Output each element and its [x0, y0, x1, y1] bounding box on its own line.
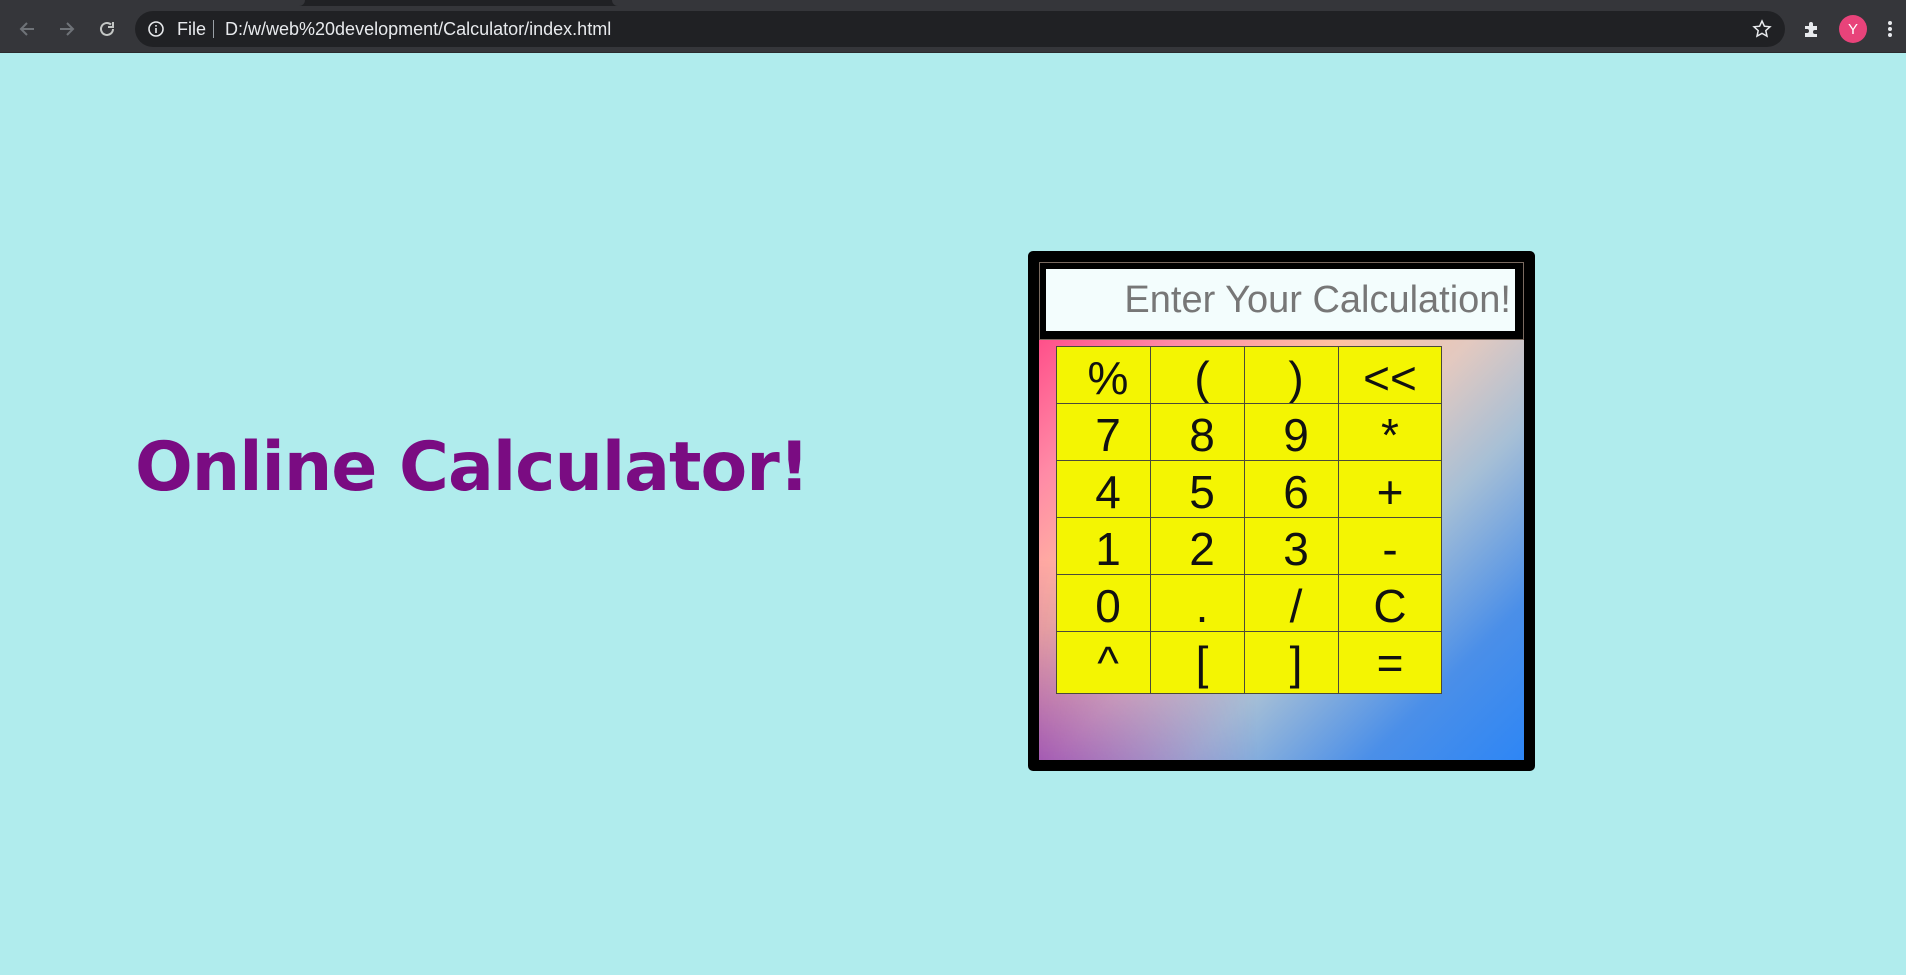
url-text[interactable]: D:/w/web%20development/Calculator/index.… [225, 11, 611, 47]
key-digit-2-button[interactable]: 2 [1150, 517, 1254, 580]
key-digit-8-button[interactable]: 8 [1150, 403, 1254, 466]
key-power-button[interactable]: ^ [1056, 631, 1160, 694]
address-separator [213, 20, 214, 38]
menu-dots-icon[interactable] [1880, 6, 1900, 52]
extensions-puzzle-icon[interactable] [1798, 6, 1826, 52]
key-multiply-button[interactable]: * [1338, 403, 1442, 466]
calculator: %()<< 789* 456+123- 0./C ^[]= [1028, 251, 1535, 771]
key-digit-5-button[interactable]: 5 [1150, 460, 1254, 523]
key-digit-7-button[interactable]: 7 [1056, 403, 1160, 466]
profile-avatar[interactable]: Y [1839, 15, 1867, 43]
calculation-input[interactable] [1046, 269, 1515, 331]
key-open-paren-button[interactable]: ( [1150, 346, 1254, 409]
key-percent-button[interactable]: % [1056, 346, 1160, 409]
key-minus-button[interactable]: - [1338, 517, 1442, 580]
info-icon[interactable] [147, 11, 165, 47]
key-equals-button[interactable]: = [1338, 631, 1442, 694]
key-backspace-button[interactable]: << [1338, 346, 1442, 409]
key-digit-9-button[interactable]: 9 [1244, 403, 1348, 466]
key-decimal-button[interactable]: . [1150, 574, 1254, 637]
browser-toolbar: File D:/w/web%20development/Calculator/i… [0, 6, 1906, 53]
page-title: Online Calculator! [135, 428, 810, 507]
key-digit-0-button[interactable]: 0 [1056, 574, 1160, 637]
key-open-bracket-button[interactable]: [ [1150, 631, 1254, 694]
key-digit-3-button[interactable]: 3 [1244, 517, 1348, 580]
address-bar[interactable]: File D:/w/web%20development/Calculator/i… [135, 11, 1785, 47]
key-clear-button[interactable]: C [1338, 574, 1442, 637]
key-digit-4-button[interactable]: 4 [1056, 460, 1160, 523]
key-plus-button[interactable]: + [1338, 460, 1442, 523]
key-close-bracket-button[interactable]: ] [1244, 631, 1348, 694]
display-frame [1039, 262, 1524, 340]
key-digit-6-button[interactable]: 6 [1244, 460, 1348, 523]
key-close-paren-button[interactable]: ) [1244, 346, 1348, 409]
reload-icon[interactable] [92, 6, 122, 52]
star-icon[interactable] [1748, 6, 1776, 52]
key-divide-button[interactable]: / [1244, 574, 1348, 637]
back-arrow-icon[interactable] [12, 6, 42, 52]
page-info-label[interactable]: File [177, 11, 206, 47]
key-digit-1-button[interactable]: 1 [1056, 517, 1160, 580]
calculator-body: %()<< 789* 456+123- 0./C ^[]= [1039, 262, 1524, 760]
forward-arrow-icon[interactable] [52, 6, 82, 52]
